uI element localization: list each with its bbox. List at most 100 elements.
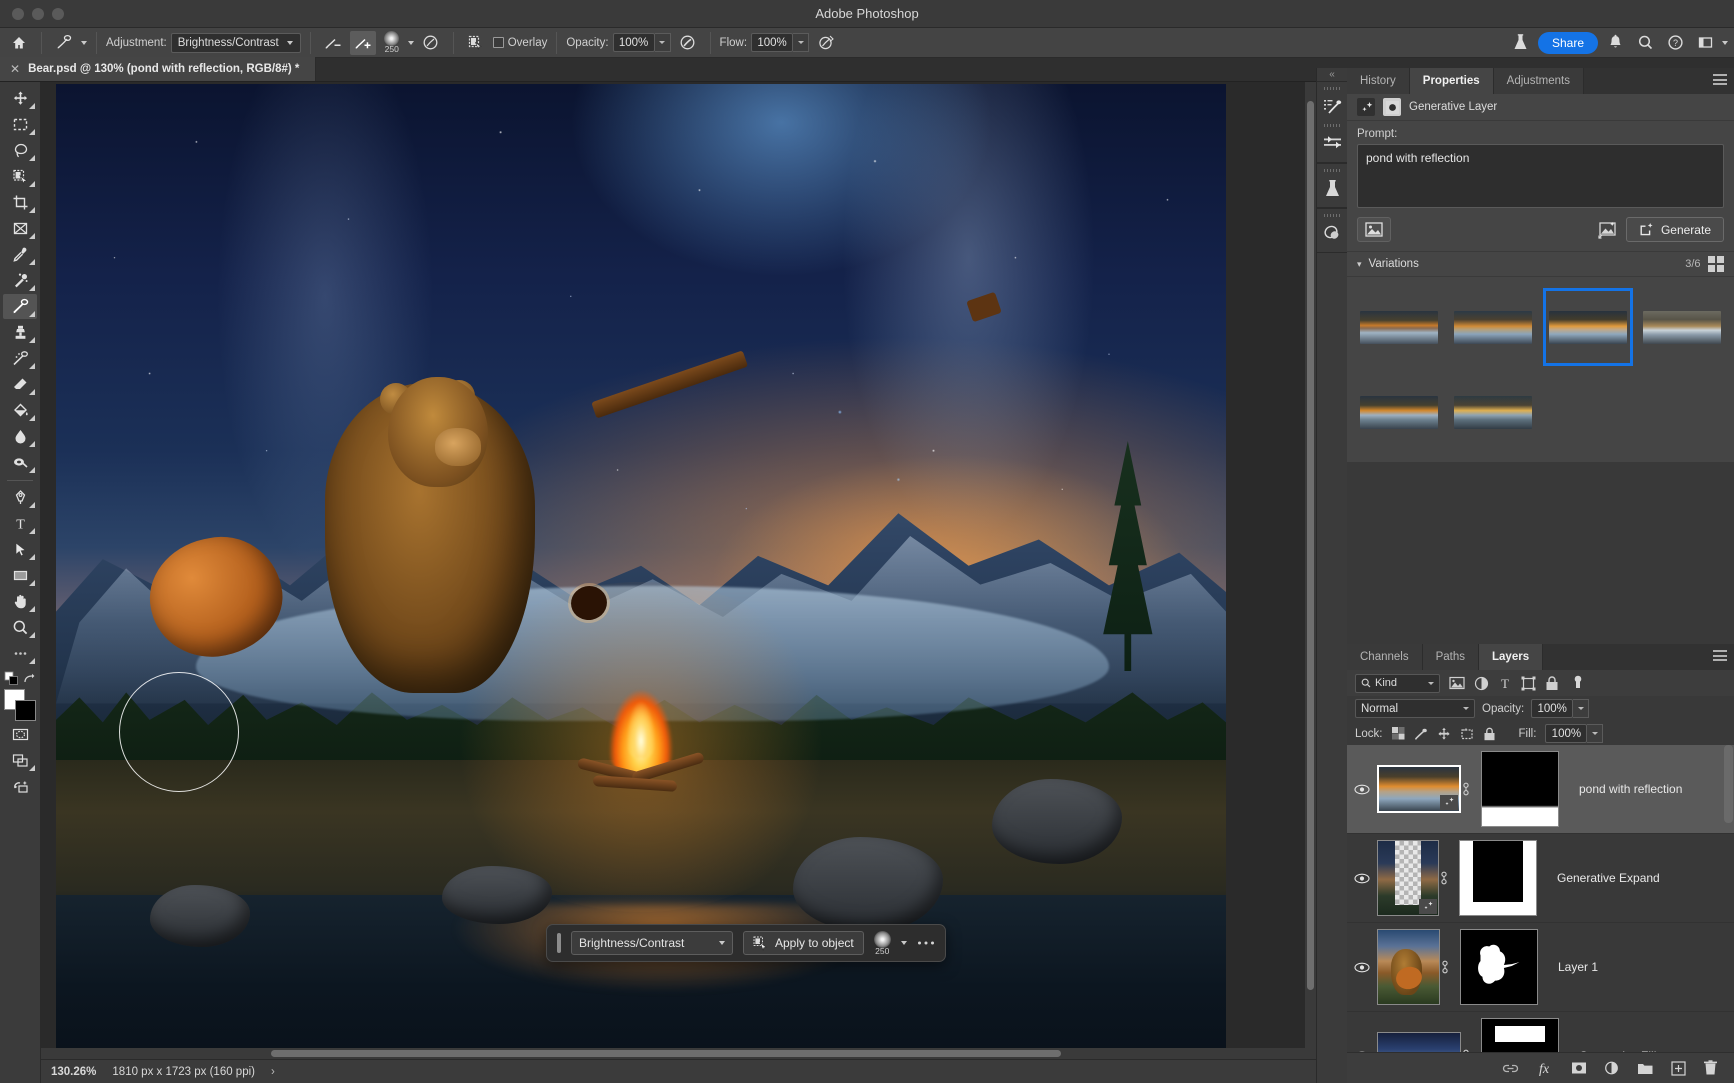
lock-artboard-icon[interactable] (1460, 727, 1474, 741)
blend-mode-select[interactable]: Normal (1355, 699, 1475, 718)
color-panel-icon[interactable] (1317, 218, 1347, 249)
table-row[interactable]: Layer 1 (1347, 923, 1734, 1012)
lasso-tool[interactable] (3, 138, 37, 163)
delete-layer-icon[interactable] (1703, 1060, 1718, 1076)
layer-mask-thumbnail[interactable] (1481, 751, 1559, 827)
object-selection-tool[interactable] (3, 164, 37, 189)
history-brush-tool[interactable] (3, 346, 37, 371)
layer-mask-thumbnail[interactable] (1481, 1018, 1559, 1052)
layer-thumbnail[interactable] (1377, 840, 1439, 916)
apply-to-object-button[interactable]: Apply to object (743, 931, 864, 955)
bell-icon[interactable] (1602, 31, 1628, 55)
brush-preset-chevron-down-icon[interactable] (407, 40, 414, 45)
type-tool[interactable]: T (3, 511, 37, 536)
document-tab[interactable]: ✕ Bear.psd @ 130% (pond with reflection,… (0, 57, 317, 81)
beaker-icon[interactable] (1508, 31, 1534, 55)
new-layer-icon[interactable] (1671, 1060, 1686, 1076)
layer-mask-link-icon[interactable] (1461, 781, 1481, 797)
variation-3[interactable] (1543, 288, 1633, 366)
hand-tool[interactable] (3, 589, 37, 614)
tab-channels[interactable]: Channels (1347, 644, 1423, 670)
double-chevron-left-icon[interactable]: « (1317, 68, 1347, 81)
layer-visibility-toggle[interactable] (1347, 962, 1377, 973)
table-row[interactable]: Generative Fill (1347, 1012, 1734, 1052)
marquee-tool[interactable] (3, 112, 37, 137)
smoothing-icon[interactable] (813, 31, 839, 55)
flow-input[interactable]: 100% (751, 33, 794, 52)
grid-view-icon[interactable] (1707, 255, 1724, 273)
layer-name[interactable]: Layer 1 (1558, 960, 1598, 974)
layer-mask-thumbnail[interactable] (1459, 840, 1537, 916)
pen-tool[interactable] (3, 485, 37, 510)
rectangle-tool[interactable] (3, 563, 37, 588)
move-tool[interactable] (3, 86, 37, 111)
lock-position-icon[interactable] (1437, 727, 1451, 741)
home-icon[interactable] (6, 31, 32, 55)
contextual-brush-chevron-down-icon[interactable] (900, 941, 907, 945)
adjustment-select[interactable]: Brightness/Contrast (170, 32, 301, 53)
brush-subtract-icon[interactable] (320, 31, 346, 55)
neural-filters-panel-icon[interactable] (1317, 173, 1347, 204)
variation-5[interactable] (1357, 376, 1441, 448)
layer-visibility-toggle[interactable] (1347, 873, 1377, 884)
layer-mask-link-icon[interactable] (1439, 870, 1459, 886)
brush-settings-icon[interactable] (418, 31, 444, 55)
zoom-tool[interactable] (3, 615, 37, 640)
overlay-checkbox[interactable] (492, 37, 504, 48)
tool-preset-chevron-down-icon[interactable] (81, 40, 87, 45)
layer-thumbnail[interactable] (1377, 765, 1461, 813)
fill-chevron-down-icon[interactable] (1587, 724, 1604, 743)
generate-button[interactable]: Generate (1625, 217, 1724, 242)
scrollbar-thumb[interactable] (1307, 101, 1314, 991)
image-reference-icon[interactable] (1597, 221, 1618, 239)
fill-input[interactable]: 100% (1545, 724, 1588, 743)
add-layer-mask-icon[interactable] (1571, 1061, 1587, 1075)
variation-6[interactable] (1452, 376, 1536, 448)
eyedropper-tool[interactable] (3, 242, 37, 267)
screen-mode-icon[interactable] (3, 748, 37, 773)
variations-header[interactable]: ▾ Variations 3/6 (1347, 251, 1734, 277)
close-icon[interactable]: ✕ (10, 62, 20, 76)
workspace-icon[interactable] (1692, 31, 1718, 55)
blur-tool[interactable] (3, 424, 37, 449)
crop-tool[interactable] (3, 190, 37, 215)
selection-mask-icon[interactable] (463, 31, 489, 55)
clone-stamp-tool[interactable] (3, 320, 37, 345)
opacity-chevron-down-icon[interactable] (654, 33, 671, 52)
layer-name[interactable]: pond with reflection (1579, 782, 1682, 796)
filter-toggle-icon[interactable] (1572, 675, 1584, 691)
layer-mask-icon[interactable] (1383, 98, 1401, 116)
chevron-right-icon[interactable]: › (271, 1066, 275, 1078)
canvas-area[interactable]: Brightness/Contrast Apply to object 250 (41, 82, 1316, 1059)
filter-type-icon[interactable]: T (1498, 676, 1512, 690)
brush-size-preview[interactable]: 250 (380, 30, 404, 55)
filter-shape-icon[interactable] (1521, 676, 1536, 691)
workspace-chevron-down-icon[interactable] (1722, 40, 1728, 45)
drag-grip-icon[interactable] (557, 933, 561, 953)
filter-kind-select[interactable]: Kind (1355, 673, 1440, 693)
tab-properties[interactable]: Properties (1409, 68, 1494, 94)
layer-list[interactable]: pond with reflection Generative Expand L… (1347, 745, 1734, 1052)
tab-adjustments[interactable]: Adjustments (1493, 68, 1584, 94)
opacity-input[interactable]: 100% (612, 33, 655, 52)
layer-list-scrollbar-thumb[interactable] (1724, 745, 1733, 823)
filter-smart-object-icon[interactable] (1545, 675, 1559, 691)
paintbucket-tool[interactable] (3, 398, 37, 423)
chevron-down-icon[interactable]: ▾ (1357, 259, 1362, 270)
panel-menu-icon[interactable] (1713, 74, 1727, 88)
default-colors-icon[interactable] (4, 671, 19, 686)
zoom-level[interactable]: 130.26% (51, 1066, 96, 1078)
reference-image-icon[interactable] (1357, 217, 1391, 242)
tab-layers[interactable]: Layers (1479, 644, 1544, 670)
eraser-tool[interactable] (3, 372, 37, 397)
tab-history[interactable]: History (1347, 68, 1410, 94)
edit-toolbar-ellipsis-icon[interactable] (3, 641, 37, 666)
healing-brush-icon[interactable] (51, 31, 77, 55)
layer-thumbnail[interactable] (1377, 1032, 1461, 1052)
airbrush-icon[interactable] (675, 31, 701, 55)
filter-pixel-icon[interactable] (1449, 676, 1465, 690)
layer-mask-thumbnail[interactable] (1460, 929, 1538, 1005)
canvas-horizontal-scrollbar[interactable] (41, 1048, 1316, 1059)
swap-colors-icon[interactable] (22, 672, 36, 686)
frame-tool[interactable] (3, 216, 37, 241)
